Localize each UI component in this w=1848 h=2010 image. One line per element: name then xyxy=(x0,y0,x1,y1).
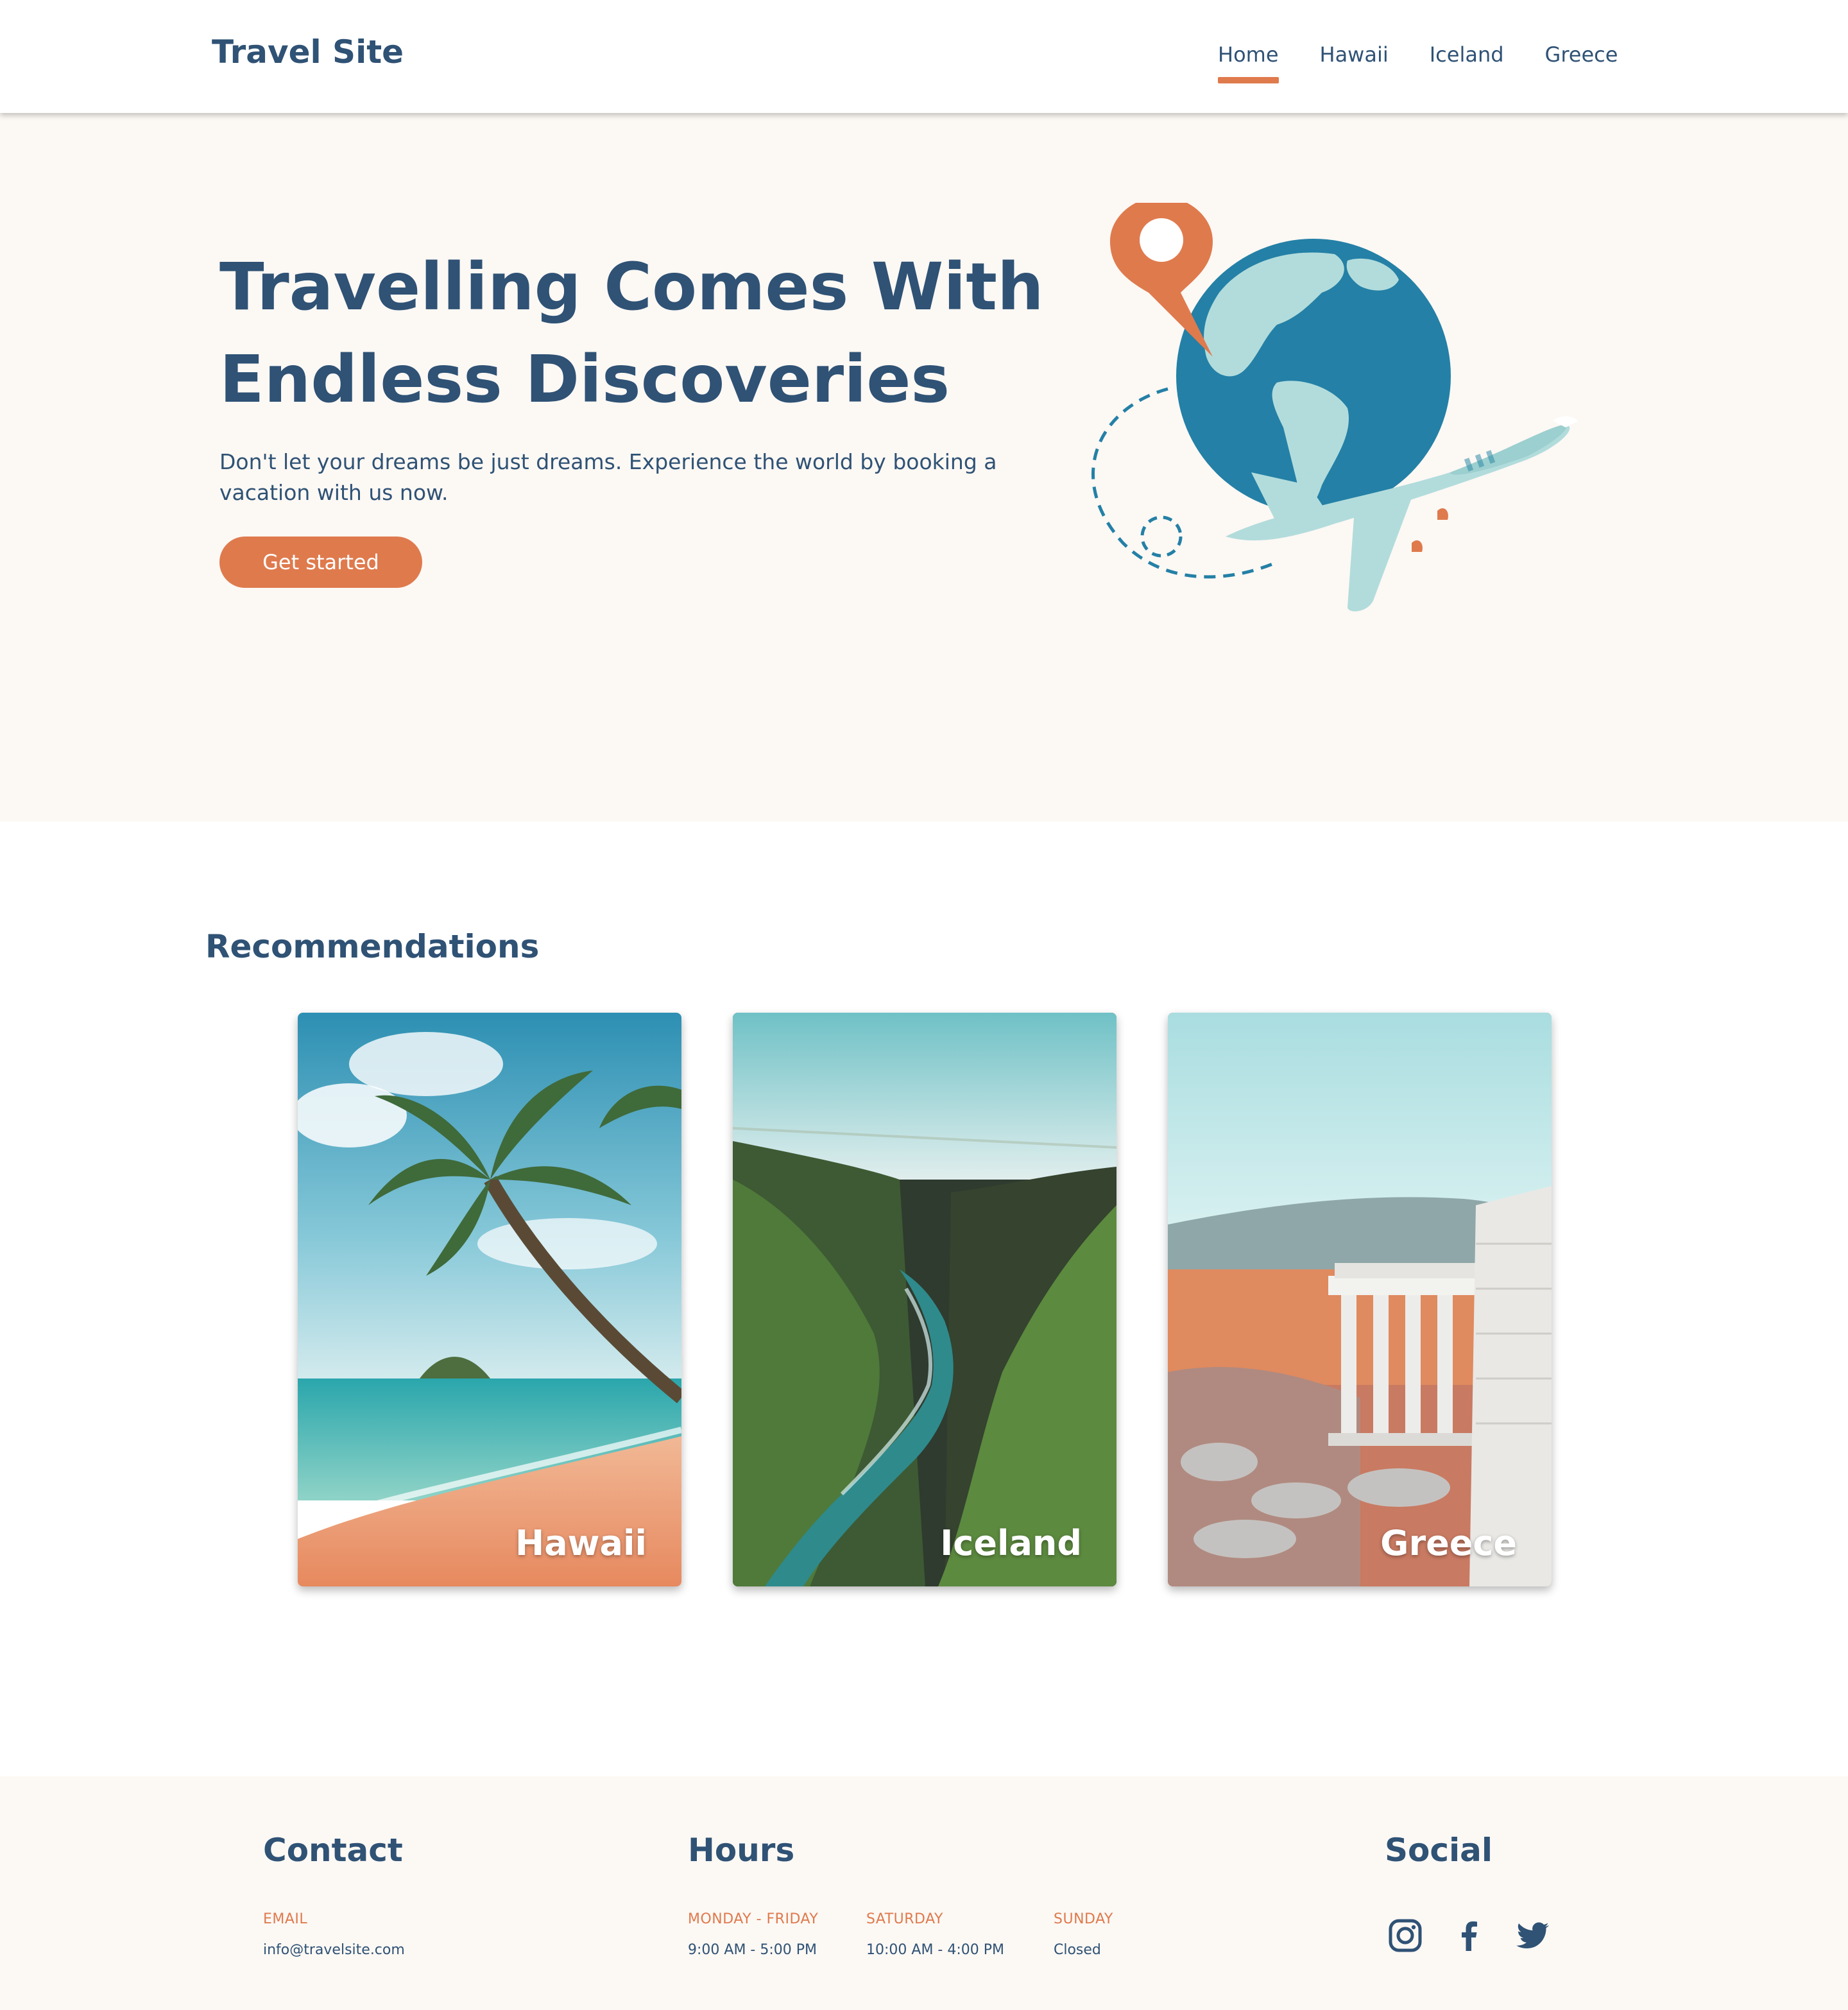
email-label: EMAIL xyxy=(263,1911,308,1927)
weekday-label: MONDAY - FRIDAY xyxy=(688,1911,819,1927)
location-pin-hole xyxy=(1140,218,1183,262)
social-links xyxy=(1387,1918,1552,1954)
contact-heading: Contact xyxy=(263,1832,403,1869)
hero-section: Travelling Comes With Endless Discoverie… xyxy=(0,113,1848,821)
footer: Contact EMAIL info@travelsite.com Hours … xyxy=(0,1776,1848,2010)
nav-iceland[interactable]: Iceland xyxy=(1430,42,1504,67)
flight-path-loop xyxy=(1140,515,1183,558)
saturday-label: SATURDAY xyxy=(866,1911,943,1927)
iceland-image xyxy=(733,1013,1116,1586)
site-logo[interactable]: Travel Site xyxy=(212,33,404,71)
card-hawaii-label: Hawaii xyxy=(515,1523,647,1563)
card-greece[interactable]: Greece xyxy=(1168,1013,1552,1586)
saturday-hours: 10:00 AM - 4:00 PM xyxy=(866,1942,1004,1958)
card-iceland-label: Iceland xyxy=(940,1523,1082,1563)
instagram-icon[interactable] xyxy=(1387,1918,1423,1954)
hero-title: Travelling Comes With Endless Discoverie… xyxy=(219,241,1054,426)
greece-image xyxy=(1168,1013,1552,1586)
card-hawaii[interactable]: Hawaii xyxy=(298,1013,681,1586)
recommendations-title: Recommendations xyxy=(205,928,540,965)
sunday-hours: Closed xyxy=(1054,1942,1101,1958)
twitter-icon[interactable] xyxy=(1516,1918,1552,1954)
get-started-button[interactable]: Get started xyxy=(219,537,422,588)
card-greece-label: Greece xyxy=(1380,1523,1517,1563)
travel-globe-illustration xyxy=(1091,203,1579,612)
weekday-hours: 9:00 AM - 5:00 PM xyxy=(688,1942,817,1958)
hours-heading: Hours xyxy=(688,1832,795,1869)
hero-subtitle: Don't let your dreams be just dreams. Ex… xyxy=(219,449,997,505)
social-heading: Social xyxy=(1385,1832,1493,1869)
facebook-icon[interactable] xyxy=(1451,1918,1487,1954)
hero-title-line-2: Endless Discoveries xyxy=(219,341,950,418)
hawaii-image xyxy=(298,1013,681,1586)
hero-title-line-1: Travelling Comes With xyxy=(219,249,1044,325)
top-navigation-bar: Travel Site Home Hawaii Iceland Greece xyxy=(0,0,1848,113)
email-link[interactable]: info@travelsite.com xyxy=(263,1942,405,1958)
nav-home[interactable]: Home xyxy=(1218,42,1279,83)
card-iceland[interactable]: Iceland xyxy=(733,1013,1116,1586)
sunday-label: SUNDAY xyxy=(1054,1911,1113,1927)
nav-hawaii[interactable]: Hawaii xyxy=(1320,42,1389,67)
nav-greece[interactable]: Greece xyxy=(1545,42,1618,67)
main-nav: Home Hawaii Iceland Greece xyxy=(1218,42,1618,83)
